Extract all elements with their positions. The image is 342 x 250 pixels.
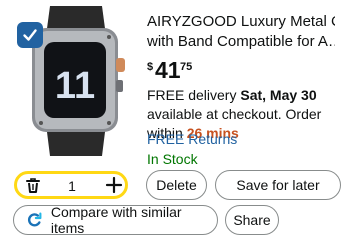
product-title[interactable]: AIRYZGOOD Luxury Metal Case with Band Co… xyxy=(147,12,335,52)
delivery-label: FREE delivery xyxy=(147,87,241,103)
save-for-later-button[interactable]: Save for later xyxy=(215,170,341,200)
product-title-line: AIRYZGOOD Luxury Metal Case xyxy=(147,13,335,30)
delivery-note: available at checkout. Order xyxy=(147,106,322,122)
share-button[interactable]: Share xyxy=(225,205,279,235)
price-whole: 41 xyxy=(155,57,181,83)
checkmark-icon xyxy=(23,29,37,41)
plus-icon[interactable] xyxy=(105,176,123,194)
compare-label: Compare with similar items xyxy=(50,204,182,236)
quantity-value: 1 xyxy=(68,178,76,194)
quantity-stepper[interactable]: 1 xyxy=(14,171,128,199)
price-currency: $ xyxy=(147,61,154,73)
trash-icon[interactable] xyxy=(25,177,41,193)
compare-similar-button[interactable]: Compare with similar items xyxy=(13,204,218,236)
product-title-line: with Band Compatible for A… xyxy=(147,33,335,50)
price-fraction: 75 xyxy=(180,61,193,73)
free-returns-link[interactable]: FREE Returns xyxy=(147,131,237,147)
stock-status: In Stock xyxy=(147,151,198,167)
delete-button[interactable]: Delete xyxy=(146,170,207,200)
select-item-checkbox[interactable] xyxy=(17,22,43,48)
compare-icon xyxy=(28,212,42,227)
delivery-date: Sat, May 30 xyxy=(240,87,317,103)
svg-text:11: 11 xyxy=(55,65,95,107)
